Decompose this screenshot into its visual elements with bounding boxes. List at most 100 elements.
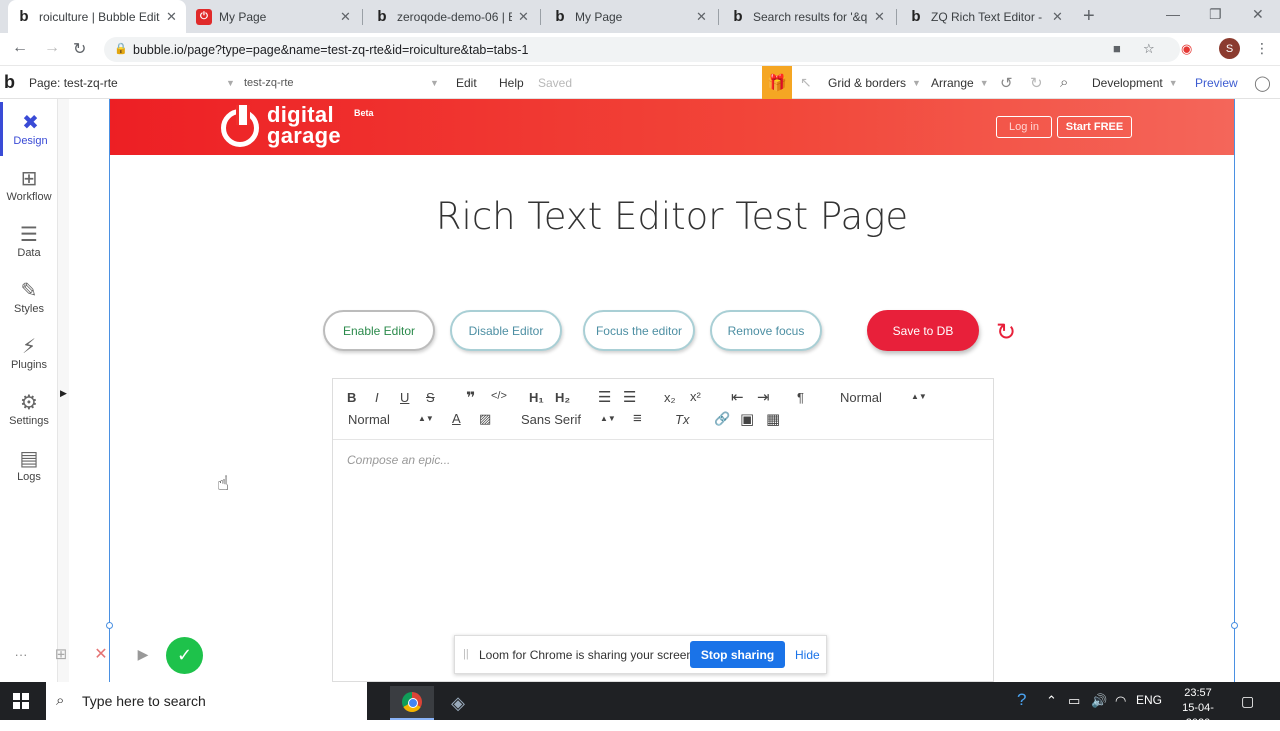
cursor-tool-icon[interactable]: ↖ bbox=[800, 66, 812, 99]
sidebar-item-data[interactable]: ☰ Data bbox=[0, 214, 58, 268]
text-color-icon[interactable]: A bbox=[452, 411, 461, 426]
undo-icon[interactable]: ↺ bbox=[1000, 66, 1013, 99]
hide-button[interactable]: Hide bbox=[795, 648, 820, 662]
sidebar-item-plugins[interactable]: ⚡ Plugins bbox=[0, 326, 58, 380]
sidebar-item-logs[interactable]: ▤ Logs bbox=[0, 438, 58, 492]
size-select[interactable]: Normal ▲▼ bbox=[348, 412, 434, 427]
heading-2-icon[interactable]: H₂ bbox=[555, 390, 570, 405]
restore-icon[interactable]: ❐ bbox=[1209, 6, 1222, 23]
sidebar-item-workflow[interactable]: ⊞ Workflow bbox=[0, 158, 58, 212]
resize-handle[interactable] bbox=[106, 622, 113, 629]
network-icon[interactable]: ▭ bbox=[1068, 693, 1080, 709]
bubble-logo-icon[interactable]: b bbox=[4, 66, 15, 99]
show-hidden-icons-icon[interactable]: ⌃ bbox=[1046, 693, 1057, 709]
taskbar-search-input[interactable]: ⌕ Type here to search bbox=[46, 682, 367, 720]
browser-tab[interactable]: b roiculture | Bubble Editor ✕ bbox=[8, 0, 186, 33]
sidebar-item-styles[interactable]: ✎ Styles bbox=[0, 270, 58, 324]
blockquote-icon[interactable]: ❞ bbox=[466, 388, 475, 408]
close-icon[interactable]: ✕ bbox=[874, 9, 886, 25]
app-taskbar-icon[interactable]: ◈ bbox=[436, 686, 480, 720]
disable-editor-button[interactable]: Disable Editor bbox=[450, 310, 562, 351]
strikethrough-icon[interactable]: S bbox=[426, 390, 435, 405]
browser-tab[interactable]: b Search results for '&quot; ✕ bbox=[722, 0, 894, 33]
video-icon[interactable]: ▦ bbox=[766, 410, 780, 428]
underline-icon[interactable]: U bbox=[400, 390, 409, 405]
add-frame-icon[interactable]: ⊞ bbox=[50, 643, 72, 665]
cancel-icon[interactable]: ✕ bbox=[90, 643, 112, 665]
text-direction-icon[interactable]: ¶ bbox=[797, 390, 804, 405]
image-icon[interactable]: ▣ bbox=[740, 410, 754, 428]
align-icon[interactable]: ≡ bbox=[633, 410, 642, 427]
remove-focus-button[interactable]: Remove focus bbox=[710, 310, 822, 351]
taskbar-clock[interactable]: 23:57 15-04-2020 bbox=[1170, 686, 1226, 731]
minimize-icon[interactable]: — bbox=[1166, 6, 1180, 22]
clear-format-icon[interactable]: Tx bbox=[675, 412, 689, 427]
link-icon[interactable]: 🔗 bbox=[714, 411, 730, 427]
done-check-icon[interactable]: ✓ bbox=[166, 637, 203, 674]
menu-icon[interactable]: ⋮ bbox=[1255, 40, 1269, 57]
drag-handle-icon[interactable]: || bbox=[463, 648, 469, 660]
arrange-menu[interactable]: Arrange ▼ bbox=[931, 66, 989, 99]
header-select[interactable]: Normal ▲▼ bbox=[840, 390, 927, 405]
back-icon[interactable]: ← bbox=[12, 39, 28, 57]
redo-icon[interactable]: ↻ bbox=[1030, 66, 1043, 99]
refresh-icon[interactable]: ↻ bbox=[996, 318, 1016, 347]
url-field[interactable]: 🔒 bubble.io/page?type=page&name=test-zq-… bbox=[104, 37, 1180, 62]
superscript-icon[interactable]: x² bbox=[690, 389, 701, 404]
forward-icon[interactable]: → bbox=[44, 39, 60, 57]
development-menu[interactable]: Development ▼ bbox=[1092, 66, 1178, 99]
camera-icon[interactable]: ■ bbox=[1113, 41, 1121, 56]
page-canvas[interactable]: digital garage Beta Log in Start FREE Ri… bbox=[109, 99, 1235, 682]
site-logo[interactable]: digital garage bbox=[267, 104, 341, 147]
gift-icon[interactable]: 🎁 bbox=[762, 66, 792, 99]
loom-extension-icon[interactable]: ◉ bbox=[1181, 41, 1192, 57]
new-tab-icon[interactable]: + bbox=[1083, 5, 1095, 28]
ordered-list-icon[interactable]: ☰ bbox=[598, 388, 611, 406]
close-window-icon[interactable]: ✕ bbox=[1252, 6, 1264, 23]
stop-sharing-button[interactable]: Stop sharing bbox=[690, 641, 785, 668]
login-button[interactable]: Log in bbox=[996, 116, 1052, 138]
more-icon[interactable]: ··· bbox=[10, 643, 32, 665]
play-pause-icon[interactable]: ▶ bbox=[132, 643, 154, 665]
background-color-icon[interactable]: ▨ bbox=[479, 411, 491, 427]
bold-icon[interactable]: B bbox=[347, 390, 356, 405]
italic-icon[interactable]: I bbox=[375, 390, 379, 405]
notification-icon[interactable]: ▢ bbox=[1241, 693, 1254, 710]
save-to-db-button[interactable]: Save to DB bbox=[867, 310, 979, 351]
close-icon[interactable]: ✕ bbox=[518, 9, 530, 25]
browser-tab[interactable]: b zeroqode-demo-06 | Bubble ✕ bbox=[366, 0, 538, 33]
bullet-list-icon[interactable]: ☰ bbox=[623, 388, 636, 406]
wifi-icon[interactable]: ◠ bbox=[1115, 693, 1126, 709]
outdent-icon[interactable]: ⇤ bbox=[731, 388, 744, 406]
indent-icon[interactable]: ⇥ bbox=[757, 388, 770, 406]
grid-borders-menu[interactable]: Grid & borders ▼ bbox=[828, 66, 921, 99]
search-icon[interactable]: ⌕ bbox=[1060, 66, 1068, 99]
browser-tab[interactable]: ⏻ My Page ✕ bbox=[188, 0, 360, 33]
code-icon[interactable]: </> bbox=[491, 390, 507, 402]
language-indicator[interactable]: ENG bbox=[1136, 693, 1162, 707]
enable-editor-button[interactable]: Enable Editor bbox=[323, 310, 435, 351]
heading-1-icon[interactable]: H₁ bbox=[529, 390, 544, 405]
close-icon[interactable]: ✕ bbox=[1052, 9, 1064, 25]
preview-button[interactable]: Preview bbox=[1195, 66, 1238, 99]
page-dropdown[interactable]: Page: test-zq-rte ▼ bbox=[29, 66, 235, 99]
help-icon[interactable]: ? bbox=[1017, 690, 1026, 710]
chrome-taskbar-app[interactable] bbox=[390, 686, 434, 720]
browser-tab[interactable]: b ZQ Rich Text Editor - Ne ✕ bbox=[900, 0, 1072, 33]
expand-panel-icon[interactable]: ▶ bbox=[60, 388, 67, 399]
close-icon[interactable]: ✕ bbox=[696, 9, 708, 25]
user-icon[interactable]: ◯ bbox=[1254, 66, 1271, 99]
font-select[interactable]: Sans Serif ▲▼ bbox=[521, 412, 616, 427]
windows-start-icon[interactable] bbox=[13, 693, 30, 710]
element-dropdown[interactable]: test-zq-rte ▼ bbox=[244, 66, 439, 99]
resize-handle[interactable] bbox=[1231, 622, 1238, 629]
close-icon[interactable]: ✕ bbox=[166, 9, 178, 25]
close-icon[interactable]: ✕ bbox=[340, 9, 352, 25]
browser-tab[interactable]: b My Page ✕ bbox=[544, 0, 716, 33]
volume-icon[interactable]: 🔊 bbox=[1091, 693, 1107, 709]
editor-placeholder[interactable]: Compose an epic... bbox=[347, 453, 450, 467]
star-icon[interactable]: ☆ bbox=[1143, 41, 1155, 57]
help-menu[interactable]: Help bbox=[499, 66, 524, 99]
reload-icon[interactable]: ↻ bbox=[73, 39, 86, 59]
focus-editor-button[interactable]: Focus the editor bbox=[583, 310, 695, 351]
